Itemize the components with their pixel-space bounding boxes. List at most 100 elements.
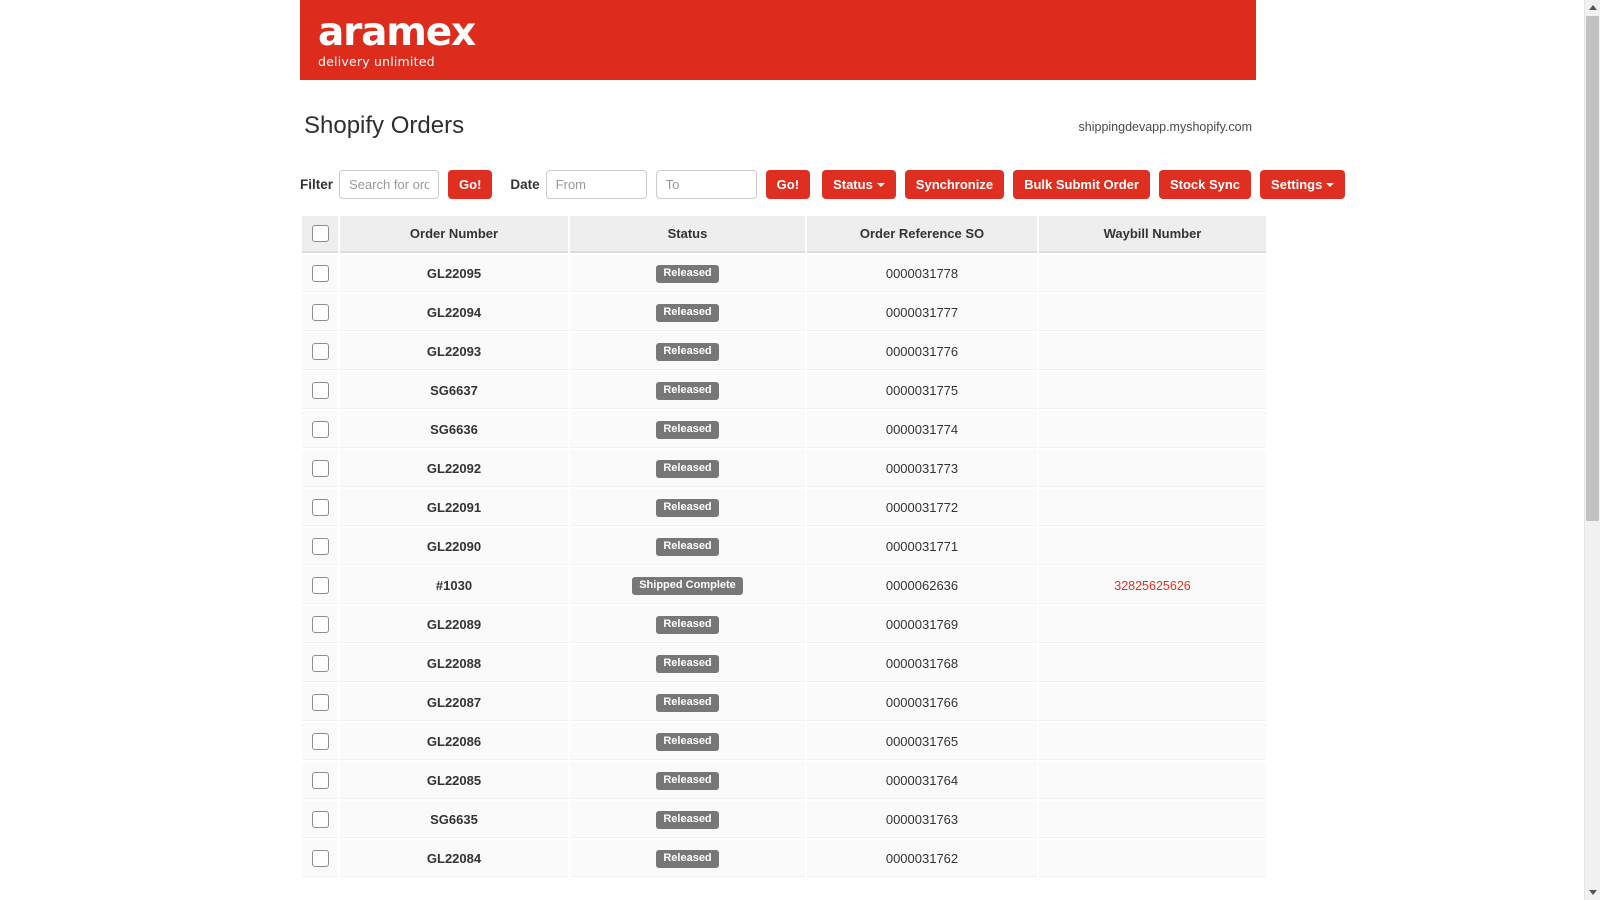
row-select-cell[interactable]	[302, 411, 338, 448]
cell-order-number[interactable]: GL22086	[340, 723, 568, 760]
row-checkbox[interactable]	[312, 382, 329, 399]
table-row[interactable]: GL22085Released0000031764	[302, 762, 1266, 799]
table-row[interactable]: GL22089Released0000031769	[302, 606, 1266, 643]
table-row[interactable]: GL22092Released0000031773	[302, 450, 1266, 487]
cell-order-number[interactable]: SG6635	[340, 801, 568, 838]
table-row[interactable]: SG6635Released0000031763	[302, 801, 1266, 838]
row-select-cell[interactable]	[302, 333, 338, 370]
row-select-cell[interactable]	[302, 489, 338, 526]
cell-order-number[interactable]: SG6636	[340, 411, 568, 448]
cell-waybill-number[interactable]	[1039, 684, 1266, 721]
row-checkbox[interactable]	[312, 655, 329, 672]
cell-waybill-number[interactable]	[1039, 255, 1266, 292]
cell-waybill-number[interactable]	[1039, 801, 1266, 838]
table-row[interactable]: GL22091Released0000031772	[302, 489, 1266, 526]
synchronize-button[interactable]: Synchronize	[905, 170, 1004, 199]
table-row[interactable]: GL22084Released0000031762	[302, 840, 1266, 877]
scrollbar-thumb[interactable]	[1586, 16, 1599, 521]
cell-waybill-number[interactable]	[1039, 294, 1266, 331]
cell-order-number[interactable]: GL22084	[340, 840, 568, 877]
row-select-cell[interactable]	[302, 606, 338, 643]
table-row[interactable]: GL22094Released0000031777	[302, 294, 1266, 331]
row-select-cell[interactable]	[302, 450, 338, 487]
table-row[interactable]: #1030Shipped Complete0000062636328256256…	[302, 567, 1266, 604]
cell-order-number[interactable]: GL22089	[340, 606, 568, 643]
row-checkbox[interactable]	[312, 499, 329, 516]
status-dropdown-button[interactable]: Status	[822, 170, 896, 199]
table-row[interactable]: SG6636Released0000031774	[302, 411, 1266, 448]
cell-waybill-number[interactable]	[1039, 450, 1266, 487]
table-row[interactable]: SG6637Released0000031775	[302, 372, 1266, 409]
filter-go-button[interactable]: Go!	[448, 170, 492, 199]
column-header-order-number[interactable]: Order Number	[340, 216, 568, 253]
cell-order-number[interactable]: GL22093	[340, 333, 568, 370]
cell-waybill-number[interactable]	[1039, 411, 1266, 448]
cell-order-number[interactable]: GL22087	[340, 684, 568, 721]
table-row[interactable]: GL22093Released0000031776	[302, 333, 1266, 370]
cell-order-number[interactable]: SG6637	[340, 372, 568, 409]
date-go-button[interactable]: Go!	[766, 170, 810, 199]
cell-order-number[interactable]: GL22085	[340, 762, 568, 799]
cell-order-number[interactable]: GL22095	[340, 255, 568, 292]
row-select-cell[interactable]	[302, 255, 338, 292]
row-checkbox[interactable]	[312, 811, 329, 828]
row-checkbox[interactable]	[312, 772, 329, 789]
row-select-cell[interactable]	[302, 567, 338, 604]
cell-waybill-number[interactable]	[1039, 489, 1266, 526]
row-checkbox[interactable]	[312, 733, 329, 750]
column-header-order-reference-so[interactable]: Order Reference SO	[807, 216, 1037, 253]
date-from-input[interactable]	[546, 170, 647, 199]
row-select-cell[interactable]	[302, 801, 338, 838]
cell-waybill-number[interactable]	[1039, 606, 1266, 643]
row-checkbox[interactable]	[312, 694, 329, 711]
select-all-checkbox[interactable]	[312, 225, 329, 242]
row-checkbox[interactable]	[312, 304, 329, 321]
date-to-input[interactable]	[656, 170, 757, 199]
row-checkbox[interactable]	[312, 538, 329, 555]
cell-waybill-number[interactable]	[1039, 840, 1266, 877]
triangle-up-icon[interactable]	[1589, 5, 1597, 10]
table-row[interactable]: GL22087Released0000031766	[302, 684, 1266, 721]
cell-waybill-number[interactable]	[1039, 333, 1266, 370]
table-row[interactable]: GL22095Released0000031778	[302, 255, 1266, 292]
column-header-waybill-number[interactable]: Waybill Number	[1039, 216, 1266, 253]
cell-order-number[interactable]: GL22088	[340, 645, 568, 682]
triangle-down-icon[interactable]	[1589, 890, 1597, 895]
cell-order-number[interactable]: GL22090	[340, 528, 568, 565]
table-row[interactable]: GL22088Released0000031768	[302, 645, 1266, 682]
vertical-scrollbar[interactable]	[1584, 0, 1600, 900]
row-select-cell[interactable]	[302, 723, 338, 760]
cell-order-number[interactable]: GL22094	[340, 294, 568, 331]
settings-dropdown-button[interactable]: Settings	[1260, 170, 1345, 199]
row-select-cell[interactable]	[302, 294, 338, 331]
search-input[interactable]	[339, 170, 439, 199]
row-checkbox[interactable]	[312, 577, 329, 594]
row-checkbox[interactable]	[312, 265, 329, 282]
row-checkbox[interactable]	[312, 421, 329, 438]
cell-order-number[interactable]: #1030	[340, 567, 568, 604]
row-checkbox[interactable]	[312, 616, 329, 633]
cell-waybill-number[interactable]: 32825625626	[1039, 567, 1266, 604]
row-select-cell[interactable]	[302, 528, 338, 565]
table-row[interactable]: GL22090Released0000031771	[302, 528, 1266, 565]
cell-order-number[interactable]: GL22092	[340, 450, 568, 487]
table-row[interactable]: GL22086Released0000031765	[302, 723, 1266, 760]
cell-waybill-number[interactable]	[1039, 645, 1266, 682]
row-checkbox[interactable]	[312, 460, 329, 477]
cell-waybill-number[interactable]	[1039, 762, 1266, 799]
waybill-number-link[interactable]: 32825625626	[1114, 579, 1190, 593]
row-select-cell[interactable]	[302, 645, 338, 682]
cell-waybill-number[interactable]	[1039, 723, 1266, 760]
cell-waybill-number[interactable]	[1039, 372, 1266, 409]
row-select-cell[interactable]	[302, 372, 338, 409]
row-select-cell[interactable]	[302, 762, 338, 799]
cell-waybill-number[interactable]	[1039, 528, 1266, 565]
column-header-status[interactable]: Status	[570, 216, 805, 253]
row-select-cell[interactable]	[302, 684, 338, 721]
row-checkbox[interactable]	[312, 850, 329, 867]
row-select-cell[interactable]	[302, 840, 338, 877]
cell-order-number[interactable]: GL22091	[340, 489, 568, 526]
bulk-submit-order-button[interactable]: Bulk Submit Order	[1013, 170, 1150, 199]
stock-sync-button[interactable]: Stock Sync	[1159, 170, 1251, 199]
row-checkbox[interactable]	[312, 343, 329, 360]
